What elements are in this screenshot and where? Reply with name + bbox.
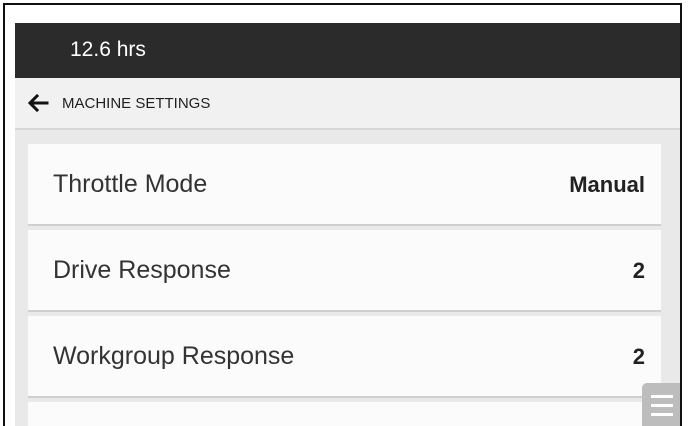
device-frame: 12.6 hrs MACHINE SETTINGS Throttle Mode … <box>3 3 682 426</box>
setting-label: Throttle Mode <box>53 170 208 198</box>
setting-label: Workgroup Response <box>53 342 295 370</box>
page-header: MACHINE SETTINGS <box>15 78 680 130</box>
setting-label: Drive Response <box>53 256 231 284</box>
menu-button[interactable] <box>642 383 680 426</box>
setting-value: Manual <box>569 172 645 197</box>
back-button[interactable] <box>27 93 51 113</box>
machine-settings-screen: 12.6 hrs MACHINE SETTINGS Throttle Mode … <box>15 23 680 426</box>
setting-row-throttle-mode[interactable]: Throttle Mode Manual <box>28 144 661 226</box>
status-bar: 12.6 hrs <box>15 23 680 78</box>
setting-value: 2 <box>632 258 645 283</box>
settings-list: Throttle Mode Manual Drive Response 2 Wo… <box>28 144 679 426</box>
arrow-left-icon <box>27 93 49 113</box>
menu-icon <box>651 395 673 416</box>
setting-row-workgroup-response[interactable]: Workgroup Response 2 <box>28 316 661 398</box>
setting-row-partial[interactable] <box>28 402 661 426</box>
engine-hours: 12.6 hrs <box>70 38 146 61</box>
setting-value: 2 <box>632 344 645 369</box>
setting-row-drive-response[interactable]: Drive Response 2 <box>28 230 661 312</box>
page-title: MACHINE SETTINGS <box>62 95 211 112</box>
